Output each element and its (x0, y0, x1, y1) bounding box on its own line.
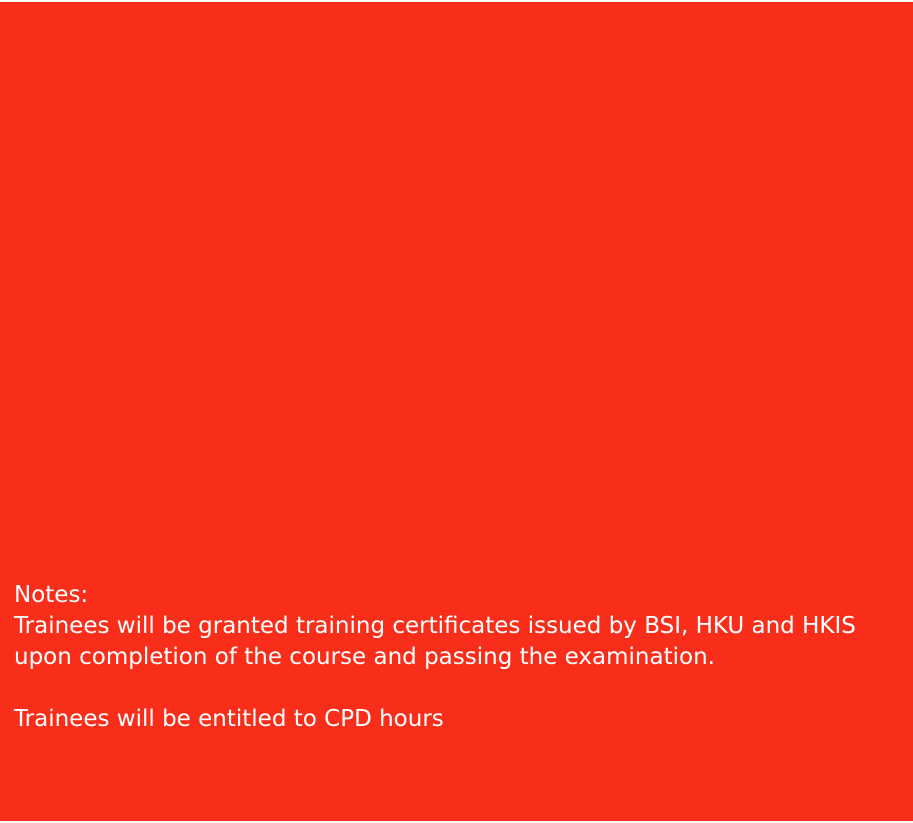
certificate-note: Trainees will be granted training certif… (14, 613, 856, 670)
notes-heading: Notes: (14, 582, 89, 608)
notes-section: Notes: Trainees will be granted training… (14, 580, 894, 735)
cpd-hours-note: Trainees will be entitled to CPD hours (14, 706, 444, 732)
notes-panel: Notes: Trainees will be granted training… (0, 2, 913, 821)
